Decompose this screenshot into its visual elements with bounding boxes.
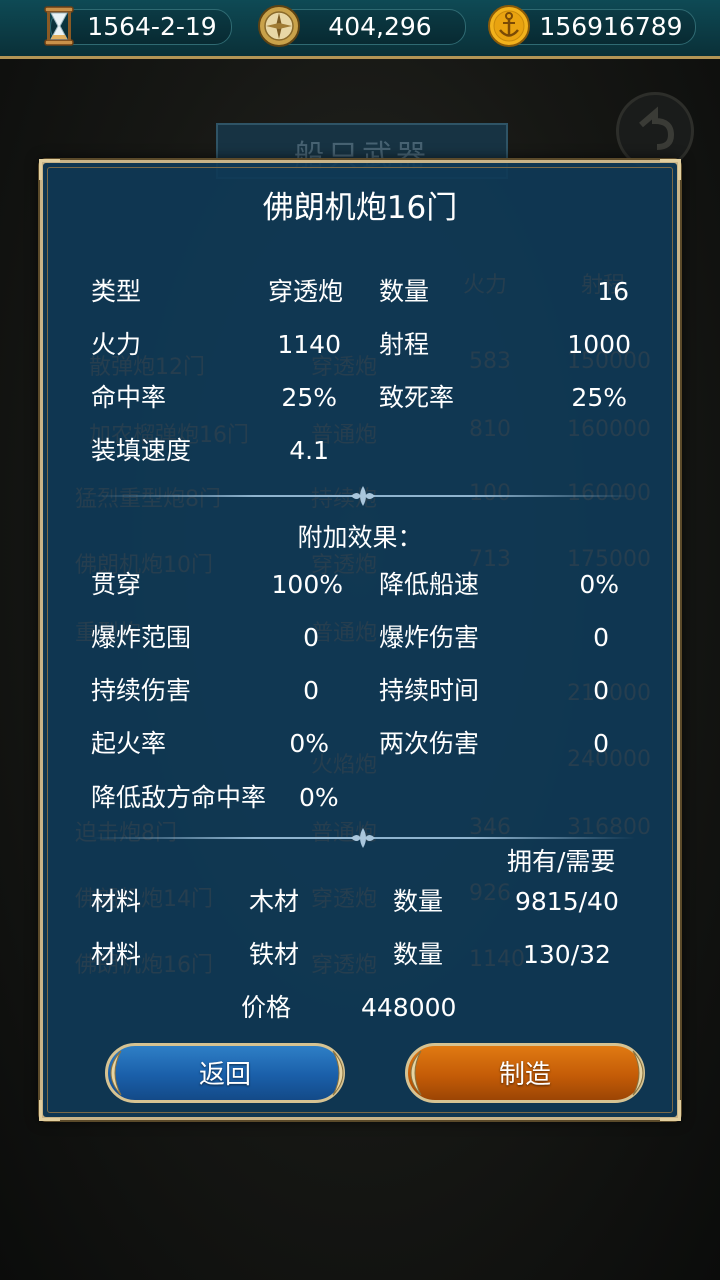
stat-value-range: 1000: [567, 330, 631, 359]
corner-ornament: [39, 1100, 60, 1121]
extra-value-double-hit: 0: [593, 729, 609, 758]
extra-label-dot: 持续伤害: [91, 676, 192, 705]
weapon-detail-dialog: 火力 射程 散弹炮12门 穿透炮 583 150000 加农榴弹炮16门 普通炮…: [39, 159, 681, 1121]
stat-label-lethality: 致死率: [379, 383, 455, 412]
extra-label-double-hit: 两次伤害: [379, 729, 480, 758]
material-name-iron: 铁材: [249, 940, 300, 969]
material-label: 材料: [91, 940, 142, 969]
hourglass-icon: [44, 6, 74, 46]
ghost-text: 926: [469, 881, 511, 906]
ghost-text: 迫击炮8门: [75, 821, 177, 846]
divider-ornament-icon: [351, 486, 375, 506]
price-label: 价格: [241, 993, 292, 1022]
craft-button[interactable]: 制造: [405, 1043, 645, 1103]
back-button[interactable]: 返回: [105, 1043, 345, 1103]
back-button-label: 返回: [198, 1060, 251, 1090]
button-cap-ornament-icon: [410, 1050, 422, 1096]
stat-value-accuracy: 25%: [281, 383, 337, 412]
return-arrow-icon: [639, 106, 675, 150]
material-label: 材料: [91, 887, 142, 916]
button-cap-ornament-icon: [332, 1050, 344, 1096]
ghost-text: 火力: [463, 273, 508, 298]
extra-value-fire-rate: 0%: [289, 729, 329, 758]
stat-label-range: 射程: [379, 330, 430, 359]
extra-label-reduce-accuracy: 降低敌方命中率: [91, 783, 267, 812]
corner-ornament: [39, 159, 60, 180]
extra-value-slow: 0%: [579, 570, 619, 599]
resource-bar: 1564-2-19 404,296 156916789: [0, 0, 720, 59]
material-qty-label: 数量: [393, 887, 444, 916]
stat-value-type: 穿透炮: [267, 277, 343, 306]
extra-label-blast-radius: 爆炸范围: [91, 623, 192, 652]
stat-label-count: 数量: [379, 277, 430, 306]
ghost-text: 810: [469, 417, 511, 442]
material-qty-label: 数量: [393, 940, 444, 969]
ghost-text: 1140: [469, 947, 525, 972]
extra-value-blast-damage: 0: [593, 623, 609, 652]
corner-ornament: [660, 1100, 681, 1121]
extra-label-slow: 降低船速: [379, 570, 480, 599]
extra-effects-title: 附加效果：: [297, 523, 423, 552]
corner-ornament: [660, 159, 681, 180]
craft-button-label: 制造: [498, 1060, 551, 1090]
material-name-wood: 木材: [249, 887, 300, 916]
stat-label-firepower: 火力: [91, 330, 142, 359]
button-cap-ornament-icon: [632, 1050, 644, 1096]
ghost-text: 160000: [567, 481, 651, 506]
extra-value-blast-radius: 0: [303, 623, 319, 652]
extra-label-blast-damage: 爆炸伤害: [379, 623, 480, 652]
background-back-button: [616, 92, 694, 170]
stat-label-reload: 装填速度: [91, 436, 192, 465]
extra-label-pierce: 贯穿: [91, 570, 142, 599]
stat-value-firepower: 1140: [277, 330, 341, 359]
material-qty-iron: 130/32: [523, 940, 611, 969]
extra-value-reduce-accuracy: 0%: [299, 783, 339, 812]
stat-label-type: 类型: [91, 277, 142, 306]
gold-amount: 156916789: [539, 12, 683, 41]
stat-value-lethality: 25%: [571, 383, 627, 412]
ghost-text: 100: [469, 481, 511, 506]
weapon-title: 佛朗机炮16门: [262, 190, 458, 226]
stat-value-reload: 4.1: [289, 436, 329, 465]
materials-header: 拥有/需要: [507, 847, 616, 876]
extra-label-duration: 持续时间: [379, 676, 480, 705]
extra-value-dot: 0: [303, 676, 319, 705]
silver-amount: 404,296: [328, 12, 432, 41]
ghost-text: 猛烈重型炮8门: [75, 487, 221, 512]
extra-value-duration: 0: [593, 676, 609, 705]
game-date: 1564-2-19: [87, 12, 217, 41]
button-cap-ornament-icon: [110, 1050, 122, 1096]
ghost-text: 穿透炮: [311, 887, 378, 912]
price-value: 448000: [361, 993, 457, 1022]
ghost-text: 583: [469, 349, 511, 374]
ghost-text: 普通炮: [311, 621, 378, 646]
anchor-coin-icon: [488, 5, 530, 47]
ghost-text: 穿透炮: [311, 953, 378, 978]
material-qty-wood: 9815/40: [515, 887, 619, 916]
compass-coin-icon: [258, 5, 300, 47]
stat-value-count: 16: [597, 277, 629, 306]
stat-label-accuracy: 命中率: [91, 383, 167, 412]
divider-ornament-icon: [351, 828, 375, 848]
extra-value-pierce: 100%: [271, 570, 343, 599]
ghost-text: 160000: [567, 417, 651, 442]
extra-label-fire-rate: 起火率: [91, 729, 167, 758]
